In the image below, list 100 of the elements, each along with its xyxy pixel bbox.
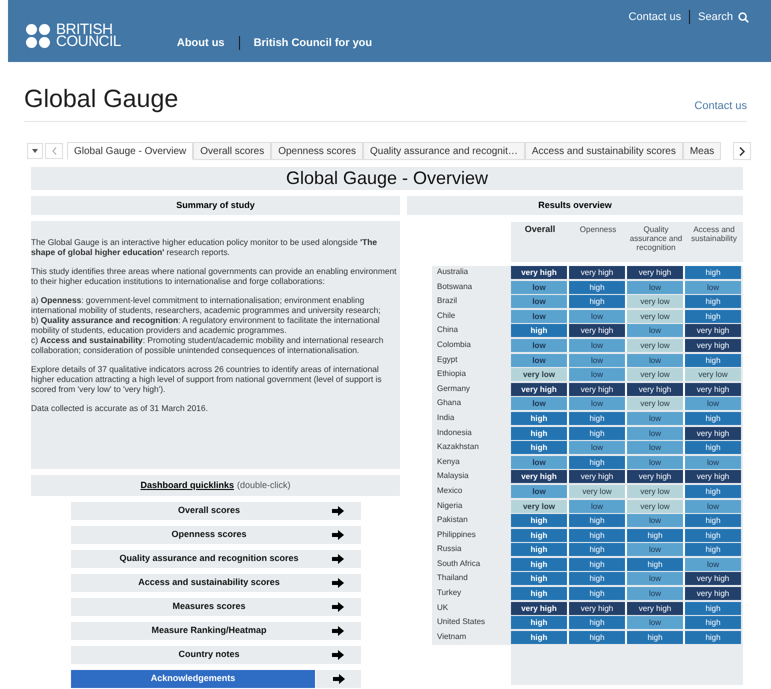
arrow-right-icon	[332, 674, 344, 684]
score-cell: very low	[627, 338, 683, 352]
score-cell: high	[511, 528, 567, 542]
country-label: Colombia	[436, 338, 472, 350]
quicklink-button[interactable]: Overall scores	[71, 502, 315, 520]
quicklink-button[interactable]: Country notes	[71, 646, 315, 664]
tab[interactable]: Meas	[682, 142, 722, 160]
country-label: Kenya	[436, 456, 461, 467]
quicklink-button[interactable]: Acknowledgements	[71, 670, 315, 688]
score-cell: very low	[511, 500, 567, 512]
country-label: Australia	[436, 266, 470, 277]
score-cell: low	[627, 354, 683, 367]
nav-link[interactable]: British Council for you	[238, 36, 386, 50]
country-label: Thailand	[436, 572, 469, 584]
score-cell: low	[511, 456, 567, 469]
score-cell: low	[627, 412, 683, 425]
country-label: Chile	[436, 310, 456, 321]
quicklinks-title: Dashboard quicklinks	[140, 478, 234, 492]
score-cell: low	[685, 456, 741, 469]
score-cell: high	[685, 602, 741, 615]
score-cell: high	[685, 616, 741, 630]
country-label: Botswana	[436, 280, 474, 292]
score-cell: very high	[511, 470, 567, 484]
score-cell: high	[685, 484, 741, 498]
score-cell: low	[569, 310, 625, 323]
arrow-right-icon	[332, 602, 344, 612]
nav-link[interactable]: About us	[176, 36, 239, 50]
quicklink-button[interactable]: Measures scores	[71, 598, 315, 616]
country-label: United States	[436, 616, 486, 628]
quicklink-button[interactable]: Access and sustainability scores	[71, 574, 315, 592]
contact-link[interactable]: Contact us	[628, 10, 690, 24]
country-label: Ethiopia	[436, 368, 467, 380]
country-label: Kazakhstan	[436, 441, 480, 452]
score-cell: high	[685, 295, 741, 308]
score-cell: low	[569, 338, 625, 352]
score-cell: high	[511, 616, 567, 630]
score-cell: high	[627, 558, 683, 571]
quicklink-button[interactable]: Measure Ranking/Heatmap	[71, 622, 315, 640]
score-cell: very high	[685, 470, 741, 484]
score-cell: very high	[511, 382, 567, 396]
quicklink-button[interactable]: Openness scores	[71, 526, 315, 544]
country-label: South Africa	[436, 558, 482, 569]
tab[interactable]: Quality assurance and recognit…	[363, 142, 525, 160]
scroll-right-button[interactable]	[733, 142, 751, 160]
score-cell: low	[627, 456, 683, 469]
score-cell: high	[685, 266, 741, 279]
tab[interactable]: Overall scores	[193, 142, 272, 160]
score-cell: high	[569, 572, 625, 586]
summary-text: Data collected is accurate as of 31 March 2016.	[31, 403, 209, 413]
score-cell: high	[511, 630, 567, 644]
score-cell: high	[627, 528, 683, 542]
score-cell: low	[627, 543, 683, 556]
score-cell: high	[685, 412, 741, 425]
search-link[interactable]: Search	[690, 9, 749, 26]
column-header: Openness	[578, 225, 618, 236]
dropdown-button[interactable]	[27, 143, 43, 159]
score-cell: low	[511, 484, 567, 498]
score-cell: low	[627, 280, 683, 294]
score-cell: high	[569, 456, 625, 469]
score-cell: high	[569, 587, 625, 600]
arrow-right-icon	[332, 626, 344, 636]
summary-text: c) Access and sustainability: Promoting student/academic mobility and international research collaboration; consideration of possible unintended consequences of internationalisation.	[31, 335, 384, 355]
score-cell: low	[627, 616, 683, 630]
score-cell: high	[569, 412, 625, 425]
score-cell: low	[685, 280, 741, 294]
country-label: India	[436, 412, 456, 423]
chevron-left-icon	[52, 147, 56, 155]
score-cell: high	[685, 514, 741, 528]
tab[interactable]: Access and sustainability scores	[524, 142, 683, 160]
score-cell: very low	[511, 368, 567, 382]
country-label: UK	[436, 602, 450, 613]
score-cell: high	[627, 630, 683, 644]
score-cell: low	[569, 441, 625, 454]
logo-text: COUNCIL	[56, 36, 121, 48]
contact-link[interactable]: Contact us	[694, 98, 747, 114]
score-cell: high	[511, 572, 567, 586]
score-cell: high	[685, 528, 741, 542]
score-cell: low	[511, 280, 567, 294]
summary-text: The Global Gauge is an interactive higher education policy monitor to be used alongside 'The shape of global higher education' research reports.	[31, 237, 378, 257]
summary-text: Explore details of 37 qualitative indicators across 26 countries to identify areas of international higher education attracting a high level of support from national government (level of support is scored from 'very low' to 'very high').	[31, 364, 383, 394]
tab[interactable]: Openness scores	[271, 142, 364, 160]
summary-text: a) Openness: government-level commitment to internationalisation; environment enabling international mobility of students, researchers, academic programmes and university research;	[31, 295, 382, 315]
score-cell: high	[569, 426, 625, 440]
score-cell: very high	[627, 602, 683, 615]
score-cell: high	[511, 543, 567, 556]
column-header: Access and sustainability	[690, 225, 738, 245]
score-cell: very high	[685, 572, 741, 586]
score-cell: high	[569, 630, 625, 644]
tab[interactable]: Global Gauge - Overview	[67, 142, 194, 160]
score-cell: high	[685, 441, 741, 454]
score-cell: low	[511, 354, 567, 367]
country-label: China	[436, 324, 459, 336]
search-icon	[738, 12, 749, 23]
score-cell: high	[569, 514, 625, 528]
country-label: Egypt	[436, 354, 458, 365]
score-cell: very low	[627, 500, 683, 512]
score-cell: high	[569, 280, 625, 294]
quicklink-button[interactable]: Quality assurance and recognition scores	[71, 550, 315, 568]
score-cell: very high	[511, 602, 567, 615]
arrow-right-icon	[332, 506, 344, 516]
